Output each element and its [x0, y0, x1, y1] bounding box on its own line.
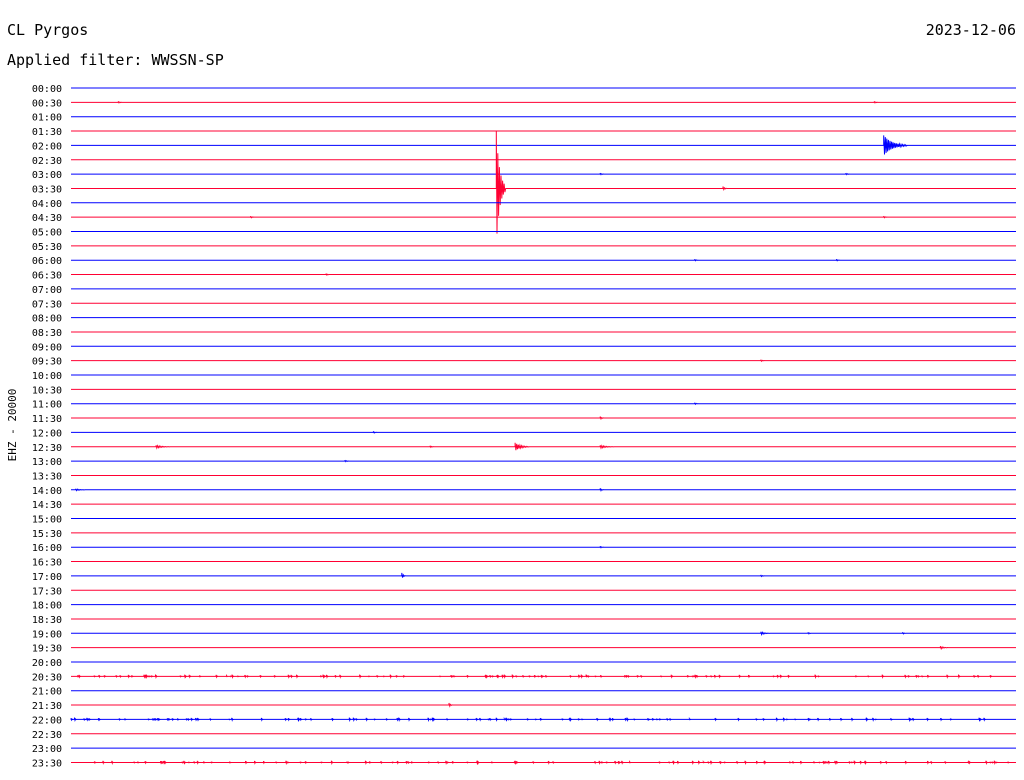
seismogram-chart: EHZ - 20000 00:00 00:30 01:00 01:30 02:00 02:3…: [6, 84, 1016, 769]
time-tick-label: 16:00: [32, 543, 62, 554]
time-tick-label: 05:00: [32, 228, 62, 239]
trace-line: [71, 101, 1016, 104]
trace-line: [71, 572, 1016, 578]
time-tick-label: 03:00: [32, 170, 62, 181]
time-tick-label: 17:00: [32, 572, 62, 583]
time-tick-label: 07:30: [32, 299, 62, 310]
trace-line: [71, 172, 1016, 176]
time-tick-label: 10:00: [32, 371, 62, 382]
trace-line: [71, 459, 1016, 463]
trace-line: [71, 402, 1016, 406]
time-tick-label: 06:00: [32, 256, 62, 267]
trace-line: [71, 359, 1016, 363]
trace-line: [71, 545, 1016, 549]
time-tick-label: 00:00: [32, 84, 62, 95]
time-tick-label: 19:00: [32, 629, 62, 640]
time-tick-label: 08:30: [32, 328, 62, 339]
time-tick-label: 05:30: [32, 242, 62, 253]
trace-line: [71, 273, 1016, 276]
time-tick-label: 06:30: [32, 271, 62, 282]
time-tick-label: 15:30: [32, 529, 62, 540]
time-tick-label: 11:00: [32, 400, 62, 411]
time-tick-label: 10:30: [32, 385, 62, 396]
time-tick-label: 18:00: [32, 601, 62, 612]
time-tick-label: 01:30: [32, 127, 62, 138]
y-axis-label: EHZ - 20000: [6, 389, 19, 462]
time-tick-label: 21:00: [32, 687, 62, 698]
time-tick-label: 15:00: [32, 515, 62, 526]
time-tick-label: 07:00: [32, 285, 62, 296]
time-tick-label: 22:00: [32, 715, 62, 726]
trace-line: [71, 673, 1016, 680]
trace-line: [71, 488, 1016, 492]
time-tick-label: 13:30: [32, 471, 62, 482]
time-tick-label: 17:30: [32, 586, 62, 597]
trace-line: [71, 135, 1016, 155]
trace-line: [71, 759, 1016, 766]
time-tick-label: 12:00: [32, 428, 62, 439]
trace-line: [70, 716, 1016, 723]
trace-line: [71, 416, 1016, 421]
time-tick-label: 00:30: [32, 98, 62, 109]
trace-line: [71, 215, 1016, 219]
trace-line: [71, 130, 1016, 234]
trace-line: [71, 442, 1016, 451]
time-tick-label: 09:30: [32, 357, 62, 368]
trace-line: [71, 645, 1016, 651]
time-tick-label: 01:00: [32, 113, 62, 124]
time-tick-label: 12:30: [32, 443, 62, 454]
trace-line: [71, 431, 1016, 434]
trace-line: [71, 702, 1016, 708]
time-tick-label: 23:00: [32, 744, 62, 755]
time-tick-label: 18:30: [32, 615, 62, 626]
time-tick-label: 09:00: [32, 342, 62, 353]
trace-line: [71, 258, 1016, 262]
time-tick-label: 02:00: [32, 141, 62, 152]
time-tick-label: 14:00: [32, 486, 62, 497]
time-tick-label: 22:30: [32, 730, 62, 741]
time-tick-label: 13:00: [32, 457, 62, 468]
time-tick-label: 23:30: [32, 758, 62, 769]
time-tick-label: 19:30: [32, 644, 62, 655]
time-tick-label: 20:00: [32, 658, 62, 669]
time-tick-label: 14:30: [32, 500, 62, 511]
trace-line: [71, 631, 1016, 637]
time-tick-label: 02:30: [32, 156, 62, 167]
time-tick-label: 04:30: [32, 213, 62, 224]
time-tick-label: 11:30: [32, 414, 62, 425]
time-tick-label: 20:30: [32, 672, 62, 683]
time-tick-label: 03:30: [32, 184, 62, 195]
time-tick-label: 08:00: [32, 314, 62, 325]
time-tick-label: 04:00: [32, 199, 62, 210]
time-tick-label: 16:30: [32, 558, 62, 569]
time-tick-label: 21:30: [32, 701, 62, 712]
